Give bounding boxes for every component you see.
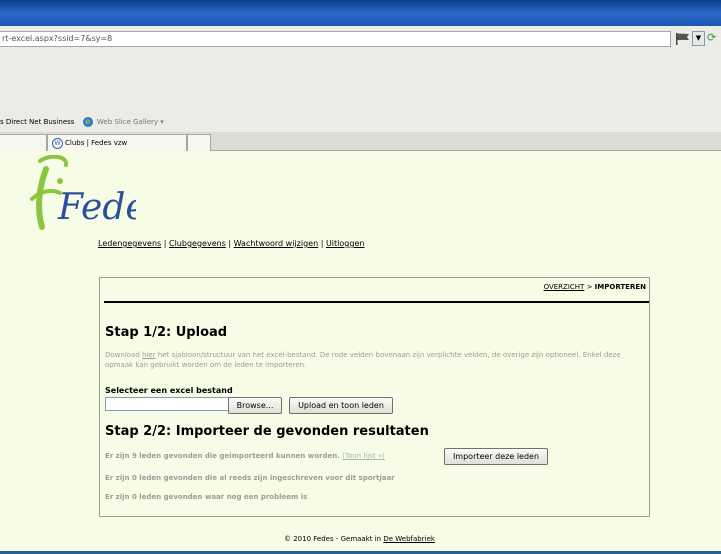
select-file-label: Selecteer een excel bestand — [105, 386, 233, 395]
import-members-button[interactable]: Importeer deze leden — [444, 448, 548, 465]
address-text: rt-excel.aspx?ssid=7&sy=8 — [2, 34, 113, 43]
step1-description: Download hier het sjabloon/structuur van… — [105, 351, 621, 369]
address-bar[interactable]: rt-excel.aspx?ssid=7&sy=8 — [0, 31, 671, 47]
breadcrumb-current: IMPORTEREN — [594, 283, 646, 291]
flag-icon[interactable] — [675, 31, 691, 45]
browse-button[interactable]: Browse... — [228, 397, 282, 414]
favorites-bar: s Direct Net Business e Web Slice Galler… — [0, 117, 721, 131]
nav-uitloggen[interactable]: Uitloggen — [326, 239, 364, 248]
fedes-logo[interactable]: Fedes — [26, 154, 165, 233]
web-slice-gallery-link[interactable]: Web Slice Gallery ▾ — [97, 118, 164, 126]
importable-members-text: Er zijn 9 leden gevonden die geimporteer… — [105, 452, 385, 460]
step1-title: Stap 1/2: Upload — [105, 325, 228, 340]
breadcrumb-overzicht[interactable]: OVERZICHT — [544, 283, 585, 291]
tab-clubs[interactable]: W Clubs | Fedes vzw — [47, 134, 187, 151]
show-list-link[interactable]: (Toon lijst ») — [342, 452, 385, 460]
site-nav: Ledengegevens | Clubgegevens | Wachtwoor… — [98, 239, 365, 248]
nav-ledengegevens[interactable]: Ledengegevens — [98, 239, 161, 248]
footer: © 2010 Fedes - Gemaakt in De Webfabriek — [284, 535, 435, 543]
breadcrumb: OVERZICHT > IMPORTEREN — [543, 283, 646, 291]
step2-title: Stap 2/2: Importeer de gevonden resultat… — [105, 424, 429, 439]
divider — [104, 301, 649, 303]
logo-wordmark: Fedes — [57, 187, 136, 228]
chevron-down-icon[interactable]: ▼ — [692, 31, 705, 46]
tab-new[interactable] — [187, 134, 211, 151]
already-registered-text: Er zijn 0 leden gevonden die al reeds zi… — [105, 474, 395, 482]
webfabriek-link[interactable]: De Webfabriek — [383, 535, 435, 543]
upload-button[interactable]: Upload en toon leden — [289, 397, 393, 414]
problem-members-text: Er zijn 0 leden gevonden waar nog een pr… — [105, 493, 308, 501]
wordpress-icon: W — [52, 137, 63, 149]
tab-blank[interactable] — [0, 134, 47, 151]
nav-wachtwoord-wijzigen[interactable]: Wachtwoord wijzigen — [234, 239, 319, 248]
browser-title-bar — [0, 0, 721, 26]
tab-bar: W Clubs | Fedes vzw — [0, 132, 721, 151]
file-path-input[interactable] — [105, 397, 229, 411]
ie-icon: e — [82, 117, 93, 127]
import-panel: OVERZICHT > IMPORTEREN Stap 1/2: Upload … — [99, 277, 650, 517]
nav-clubgegevens[interactable]: Clubgegevens — [169, 239, 226, 248]
template-download-link[interactable]: hier — [142, 351, 156, 359]
favorite-link[interactable]: s Direct Net Business — [0, 118, 74, 126]
refresh-icon[interactable]: ⟳ — [707, 31, 719, 45]
tab-title: Clubs | Fedes vzw — [65, 139, 128, 147]
